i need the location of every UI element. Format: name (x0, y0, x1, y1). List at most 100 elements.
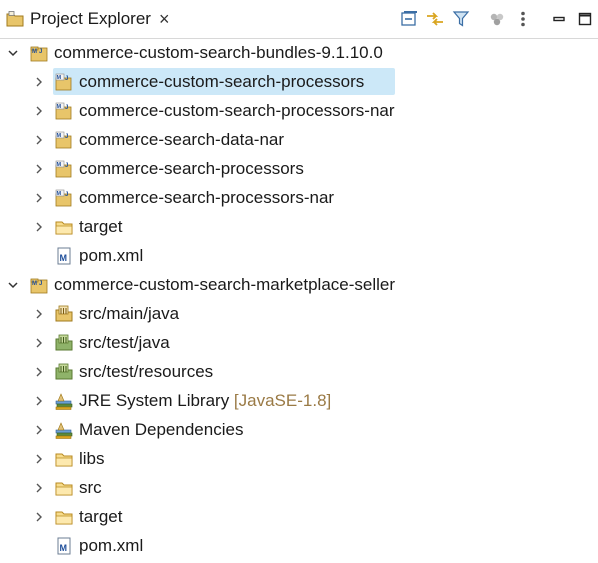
tree-item-text: commerce-search-processors (79, 159, 304, 178)
chevron-right-icon[interactable] (31, 415, 47, 444)
project-tree: M Jcommerce-custom-search-bundles-9.1.10.… (0, 38, 598, 560)
maven-project-icon: MJ (30, 278, 48, 294)
tree-item-row[interactable]: src/test/resources (0, 357, 598, 386)
maven-module-icon: MJ (55, 160, 72, 178)
focus-workspace-icon[interactable] (484, 6, 510, 32)
tree-item-label: Maven Dependencies (79, 415, 243, 444)
chevron-down-icon[interactable] (5, 38, 21, 67)
link-with-editor-icon[interactable] (422, 6, 448, 32)
tree-item-row[interactable]: src (0, 473, 598, 502)
maven-pom-icon: M (57, 247, 71, 265)
tree-item-text: commerce-custom-search-processors (79, 72, 365, 91)
tree-item-label: libs (79, 444, 105, 473)
minimize-icon[interactable] (546, 6, 572, 32)
tree-item-label: commerce-search-processors-nar (79, 183, 334, 212)
maven-module-icon: MJ (55, 73, 72, 91)
chevron-right-icon[interactable] (31, 328, 47, 357)
tree-item-row[interactable]: Mpom.xml (0, 241, 598, 270)
svg-text:J: J (65, 163, 68, 169)
tree-project-row[interactable]: M Jcommerce-custom-search-bundles-9.1.10.… (0, 38, 598, 67)
tree-item-text: src (79, 478, 102, 497)
svg-text:M: M (57, 191, 62, 197)
tree-item-row[interactable]: src/test/java (0, 328, 598, 357)
tree-item-decoration: [JavaSE-1.8] (229, 391, 332, 410)
tree-item-row[interactable]: M Jcommerce-custom-search-processors (0, 67, 598, 96)
chevron-right-icon[interactable] (31, 183, 47, 212)
chevron-right-icon[interactable] (31, 212, 47, 241)
chevron-right-icon[interactable] (31, 154, 47, 183)
tree-item-row[interactable]: M Jcommerce-search-data-nar (0, 125, 598, 154)
tree-item-label: pom.xml (79, 241, 143, 270)
tree-project-row[interactable]: M Jcommerce-custom-search-marketplace-sel… (0, 270, 598, 299)
tree-item-label: commerce-custom-search-processors (79, 67, 364, 96)
view-menu-icon[interactable] (510, 6, 536, 32)
filter-icon[interactable] (448, 6, 474, 32)
chevron-right-icon[interactable] (31, 502, 47, 531)
chevron-right-icon[interactable] (31, 299, 47, 328)
maximize-icon[interactable] (572, 6, 598, 32)
tree-item-label: commerce-custom-search-bundles-9.1.10.0 (54, 38, 383, 67)
maven-module-icon: MJ (55, 131, 72, 149)
svg-text:M: M (57, 133, 62, 139)
collapse-all-icon[interactable] (396, 6, 422, 32)
maven-module-icon: MJ (55, 102, 72, 120)
tree-item-row[interactable]: M J commerce-custom-search-processors-nar (0, 96, 598, 125)
tree-item-row[interactable]: Mpom.xml (0, 531, 598, 560)
svg-text:M: M (32, 281, 37, 287)
svg-text:M: M (57, 104, 62, 110)
close-icon[interactable]: × (159, 10, 170, 28)
chevron-right-icon[interactable] (31, 96, 47, 125)
chevron-right-icon[interactable] (31, 125, 47, 154)
tree-item-row[interactable]: JRE System Library [JavaSE-1.8] (0, 386, 598, 415)
view-title: Project Explorer (30, 9, 151, 28)
tree-item-label: target (79, 212, 122, 241)
view-toolbar (396, 0, 598, 38)
chevron-right-icon[interactable] (31, 444, 47, 473)
tree-item-row[interactable]: libs (0, 444, 598, 473)
folder-icon (55, 482, 73, 496)
tree-item-label: commerce-custom-search-marketplace-selle… (54, 270, 395, 299)
tree-item-text: pom.xml (79, 246, 144, 265)
svg-text:J: J (39, 281, 42, 287)
tree-item-text: target (79, 507, 123, 526)
tree-item-text: JRE System Library (79, 391, 230, 410)
tree-item-row[interactable]: src/main/java (0, 299, 598, 328)
chevron-right-icon[interactable] (31, 473, 47, 502)
tree-item-label: src/test/resources (79, 357, 213, 386)
svg-text:J: J (39, 49, 42, 55)
svg-text:J: J (65, 134, 68, 140)
tree-item-text: Maven Dependencies (79, 420, 244, 439)
tree-item-text: libs (79, 449, 105, 468)
chevron-right-icon[interactable] (31, 67, 47, 96)
tree-item-label: JRE System Library [JavaSE-1.8] (79, 386, 331, 415)
tree-item-row[interactable]: Maven Dependencies (0, 415, 598, 444)
tree-item-text: src/main/java (79, 304, 180, 323)
tree-item-label: commerce-custom-search-processors-nar (79, 96, 395, 125)
svg-text:M: M (57, 75, 62, 81)
folder-icon (55, 453, 73, 467)
chevron-right-icon[interactable] (31, 386, 47, 415)
tree-item-label: commerce-search-processors (79, 154, 304, 183)
tree-item-text: src/test/resources (79, 362, 214, 381)
tree-item-label: src/test/java (79, 328, 170, 357)
test-source-folder-icon (55, 334, 73, 351)
svg-text:J: J (65, 76, 68, 82)
tree-item-row[interactable]: target (0, 502, 598, 531)
tree-item-row[interactable]: M Jcommerce-search-processors-nar (0, 183, 598, 212)
chevron-down-icon[interactable] (5, 270, 21, 299)
svg-text:M: M (32, 49, 37, 55)
maven-pom-icon: M (57, 537, 71, 555)
tree-item-text: src/test/java (79, 333, 170, 352)
project-explorer-tab[interactable]: Project Explorer × (0, 0, 177, 38)
svg-text:M: M (57, 162, 62, 168)
tree-item-text: commerce-custom-search-processors-nar (79, 101, 395, 120)
library-icon (55, 422, 73, 439)
tree-item-label: pom.xml (79, 531, 143, 560)
tree-item-text: pom.xml (79, 536, 144, 555)
chevron-right-icon[interactable] (31, 357, 47, 386)
tree-item-row[interactable]: target (0, 212, 598, 241)
folder-icon (55, 221, 73, 235)
project-explorer-view: Project Explorer × M J commerce-custom-s… (0, 0, 598, 563)
tree-item-row[interactable]: M Jcommerce-search-processors (0, 154, 598, 183)
project-explorer-icon (6, 11, 24, 27)
